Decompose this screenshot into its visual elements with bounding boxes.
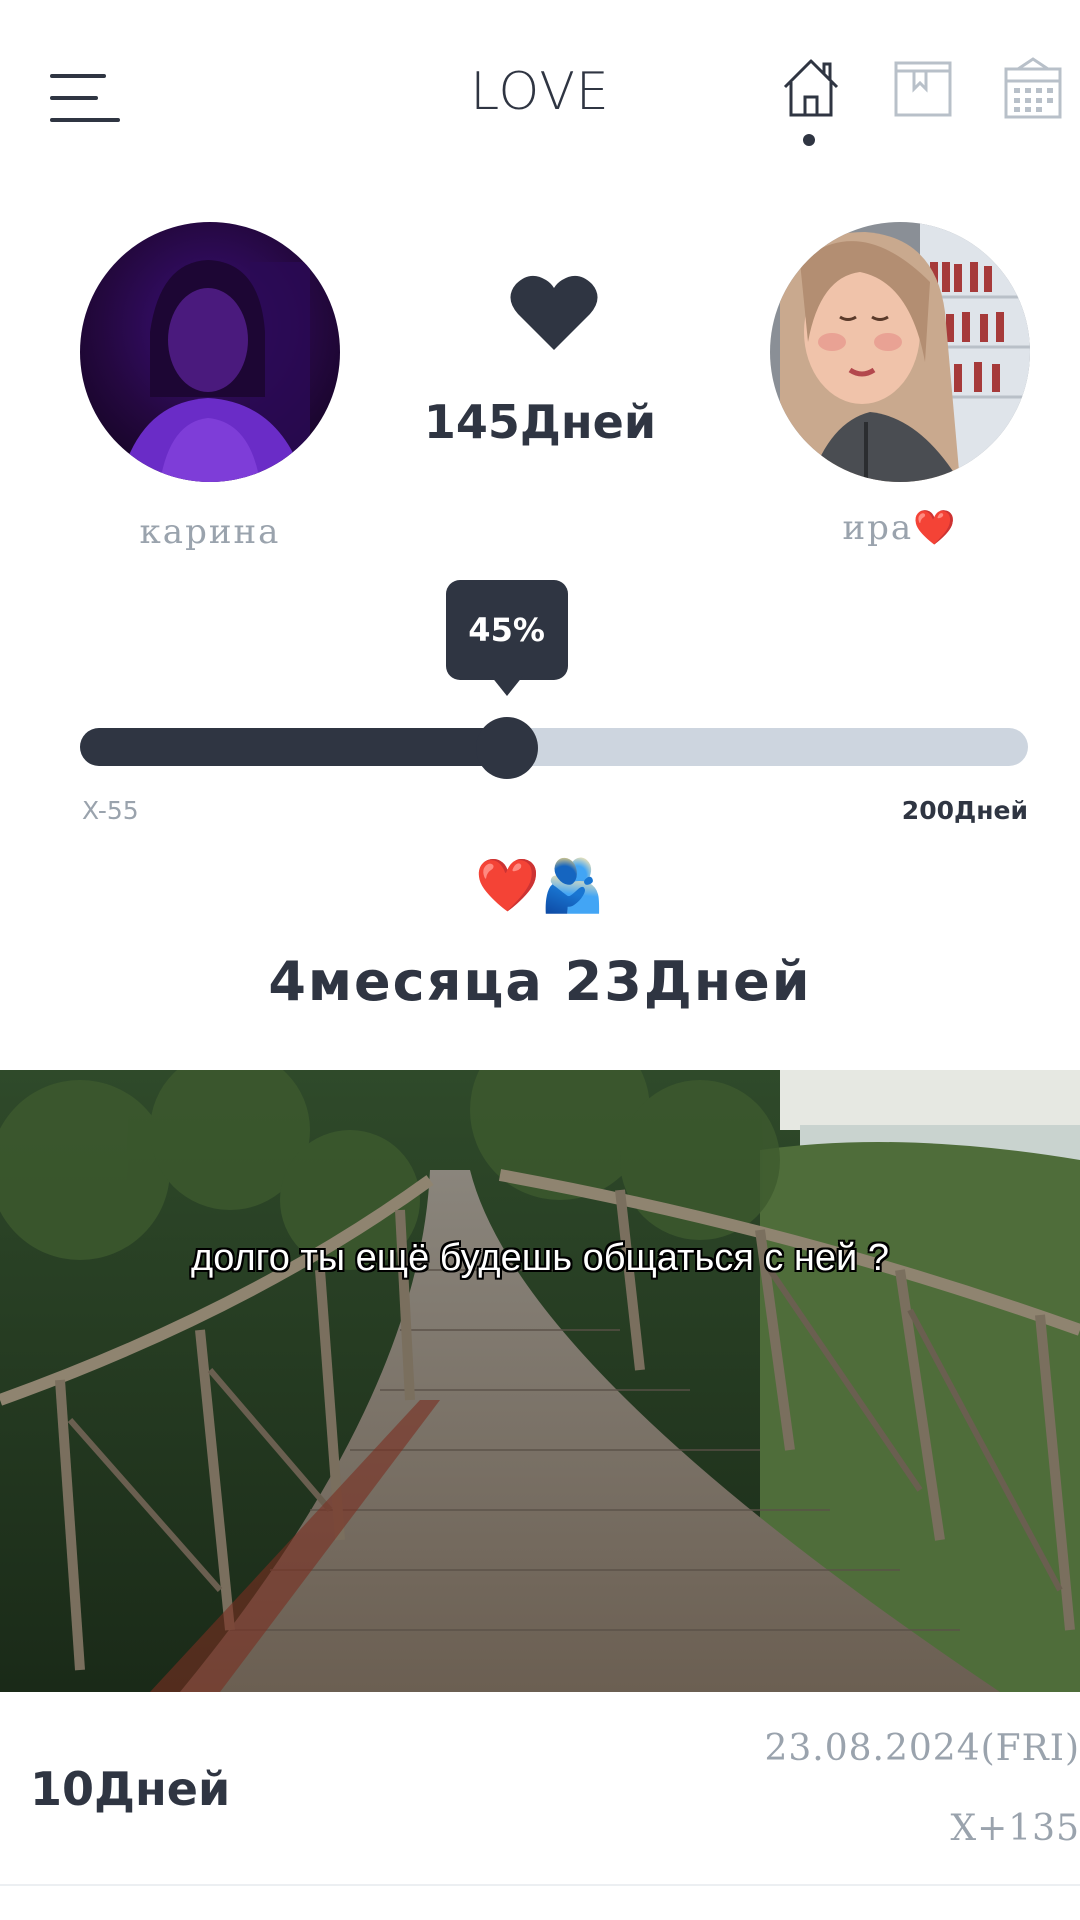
home-icon bbox=[783, 59, 839, 117]
emoji-status: ❤️🫂 bbox=[475, 856, 605, 916]
tooltip-pointer bbox=[490, 676, 523, 696]
diary-nav-button[interactable] bbox=[892, 55, 954, 121]
active-tab-indicator bbox=[803, 134, 815, 146]
progress-start-label: X-55 bbox=[82, 796, 139, 825]
relationship-progress-track[interactable] bbox=[80, 728, 1028, 766]
right-partner-avatar[interactable] bbox=[770, 222, 1030, 482]
progress-percent-tooltip: 45% bbox=[445, 580, 568, 680]
footer-days-label: 10Дней bbox=[30, 1762, 231, 1816]
footer-divider bbox=[0, 1884, 1080, 1886]
progress-goal-label: 200Дней bbox=[901, 796, 1028, 825]
progress-slider-handle[interactable] bbox=[475, 717, 538, 779]
book-icon bbox=[894, 61, 952, 117]
calendar-icon bbox=[1004, 57, 1062, 119]
background-photo[interactable] bbox=[0, 1070, 1080, 1692]
avatar-photo bbox=[770, 222, 1030, 482]
home-nav-button[interactable] bbox=[780, 55, 842, 121]
avatar-photo bbox=[80, 222, 340, 482]
days-together-counter: 145Дней bbox=[423, 395, 657, 449]
relationship-duration: 4месяца 23Дней bbox=[268, 950, 812, 1013]
footer-date: 23.08.2024(FRI) bbox=[764, 1728, 1080, 1769]
left-partner-name[interactable]: карина bbox=[80, 512, 340, 552]
boardwalk-photo bbox=[0, 1070, 1080, 1692]
left-partner-avatar[interactable] bbox=[80, 222, 340, 482]
heart-icon bbox=[510, 270, 598, 354]
progress-fill bbox=[80, 728, 527, 766]
photo-caption: долго ты ещё будешь общаться с ней ? bbox=[191, 1237, 889, 1279]
right-partner-name[interactable]: ира❤️ bbox=[770, 508, 1030, 548]
calendar-nav-button[interactable] bbox=[1002, 55, 1064, 121]
footer-day-count: X+135 bbox=[950, 1808, 1080, 1849]
